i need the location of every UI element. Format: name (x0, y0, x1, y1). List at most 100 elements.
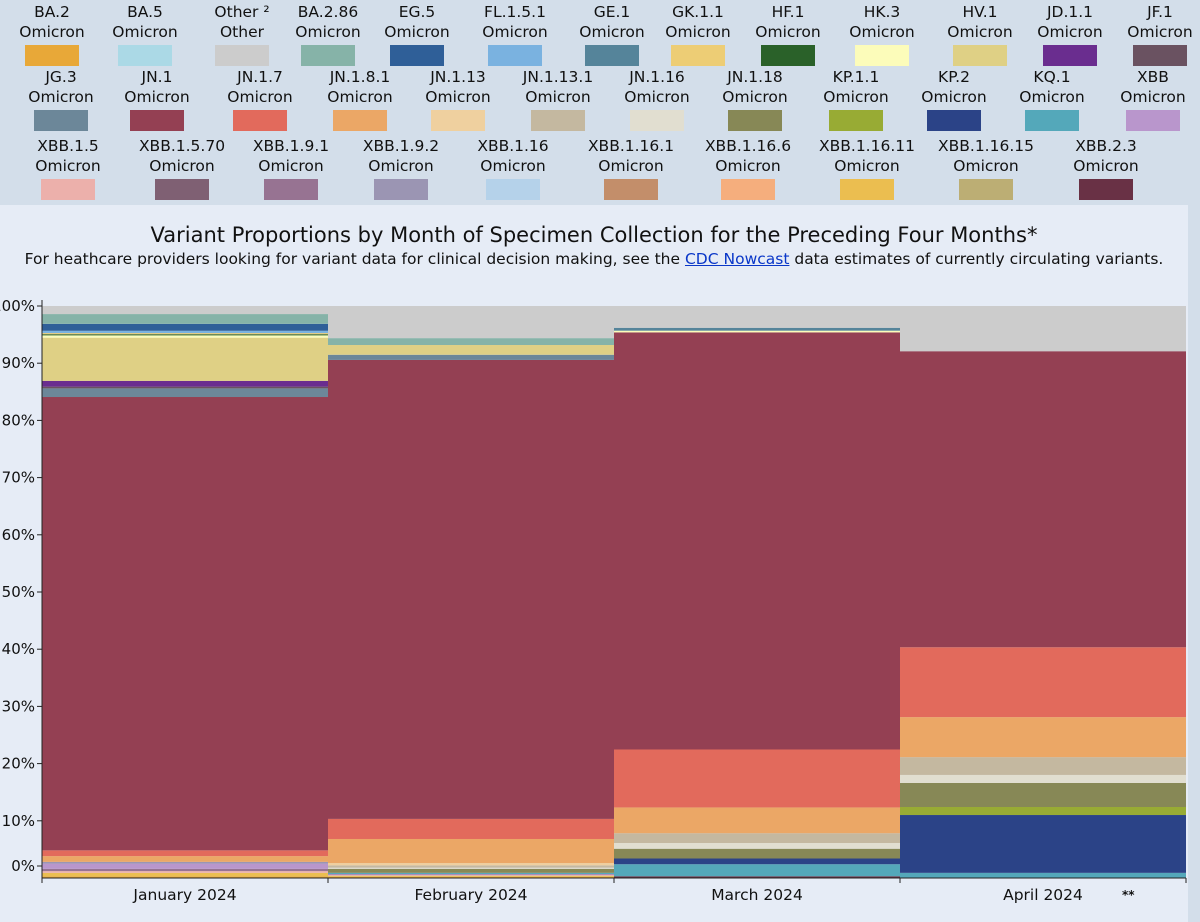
bar-segment[interactable] (42, 850, 328, 857)
bar-segment[interactable] (42, 872, 328, 877)
legend-item[interactable]: JN.1.13 Omicron (403, 67, 513, 131)
bar-segment[interactable] (42, 856, 328, 862)
bar-segment[interactable] (614, 807, 900, 834)
bar-segment[interactable] (328, 865, 614, 868)
legend-swatch (431, 110, 485, 131)
legend-item[interactable]: HK.3 Omicron (827, 2, 937, 66)
legend-variant-name: JN.1 (141, 68, 173, 86)
bar-segment[interactable] (42, 333, 328, 335)
legend-item[interactable]: XBB.1.9.2 Omicron (346, 136, 456, 200)
legend-variant-group: Omicron (598, 157, 664, 175)
bar-segment[interactable] (328, 863, 614, 866)
legend-item[interactable]: FL.1.5.1 Omicron (460, 2, 570, 66)
legend-item[interactable]: JN.1 Omicron (102, 67, 212, 131)
legend-swatch (155, 179, 209, 200)
legend-item[interactable]: EG.5 Omicron (362, 2, 472, 66)
bar-segment[interactable] (328, 868, 614, 873)
bar-segment[interactable] (42, 388, 328, 398)
bar-segment[interactable] (614, 864, 900, 877)
legend-item[interactable]: XBB.1.16.1 Omicron (576, 136, 686, 200)
legend-item[interactable]: JN.1.18 Omicron (700, 67, 810, 131)
legend-item[interactable]: JG.3 Omicron (6, 67, 116, 131)
bar-segment[interactable] (42, 314, 328, 324)
legend-variant-name: XBB.1.9.1 (252, 137, 330, 155)
legend-swatch (233, 110, 287, 131)
bar-segment[interactable] (42, 330, 328, 334)
bar-segment[interactable] (614, 843, 900, 849)
legend-item[interactable]: XBB.1.16.6 Omicron (693, 136, 803, 200)
legend-item[interactable]: XBB.1.5.70 Omicron (127, 136, 237, 200)
bar-segment[interactable] (42, 868, 328, 872)
bar-segment[interactable] (42, 335, 328, 338)
bar-segment[interactable] (900, 872, 1186, 878)
legend-item[interactable]: JN.1.13.1 Omicron (503, 67, 613, 131)
bar-segment[interactable] (328, 818, 614, 839)
bar-segment[interactable] (42, 380, 328, 387)
legend-item[interactable]: XBB.1.16 Omicron (458, 136, 568, 200)
bar-segment[interactable] (328, 875, 614, 876)
bar-segment[interactable] (42, 386, 328, 389)
legend-item[interactable]: JN.1.16 Omicron (602, 67, 712, 131)
bar-segment[interactable] (900, 807, 1186, 816)
legend-item[interactable]: KP.1.1 Omicron (801, 67, 911, 131)
bar-segment[interactable] (614, 332, 900, 750)
bar-segment[interactable] (328, 838, 614, 864)
bar-segment[interactable] (328, 872, 614, 874)
y-tick-label: 100% (0, 297, 35, 315)
legend-swatch (840, 179, 894, 200)
bar-segment[interactable] (328, 873, 614, 875)
bar-segment[interactable] (614, 833, 900, 843)
legend-variant-group: Omicron (384, 23, 450, 41)
bar-segment[interactable] (328, 338, 614, 346)
legend-swatch (728, 110, 782, 131)
bar-segment[interactable] (614, 306, 900, 328)
bar-segment[interactable] (900, 351, 1186, 648)
bar-segment[interactable] (900, 306, 1186, 352)
legend-item[interactable]: JF.1 Omicron (1105, 2, 1200, 66)
bar-segment[interactable] (328, 359, 614, 819)
bar-segment[interactable] (42, 306, 328, 315)
bar-segment[interactable] (900, 774, 1186, 783)
bar-segment[interactable] (900, 782, 1186, 807)
legend-item[interactable]: XBB Omicron (1098, 67, 1200, 131)
bar-segment[interactable] (42, 861, 328, 864)
chart-panel: Variant Proportions by Month of Specimen… (0, 205, 1188, 922)
bar-segment[interactable] (42, 871, 328, 873)
bar-segment[interactable] (614, 848, 900, 859)
bar-segment[interactable] (900, 757, 1186, 775)
legend-variant-group: Omicron (482, 23, 548, 41)
bar-segment[interactable] (42, 397, 328, 851)
legend-item[interactable]: KQ.1 Omicron (997, 67, 1107, 131)
legend-item[interactable]: XBB.1.5 Omicron (13, 136, 123, 200)
legend-item[interactable]: BA.5 Omicron (90, 2, 200, 66)
bar-segment[interactable] (614, 327, 900, 331)
legend-item[interactable]: XBB.1.16.15 Omicron (931, 136, 1041, 200)
legend-swatch (1126, 110, 1180, 131)
legend-variant-name: JF.1 (1147, 3, 1173, 21)
legend-variant-name: KQ.1 (1033, 68, 1071, 86)
bar-segment[interactable] (328, 874, 614, 876)
legend-item[interactable]: XBB.1.9.1 Omicron (236, 136, 346, 200)
bar-segment[interactable] (328, 354, 614, 360)
legend-item[interactable]: KP.2 Omicron (899, 67, 1009, 131)
bar-segment[interactable] (328, 867, 614, 869)
bar-segment[interactable] (900, 647, 1186, 718)
legend-item[interactable]: XBB.1.16.11 Omicron (812, 136, 922, 200)
bar-segment[interactable] (42, 323, 328, 331)
bar-segment[interactable] (900, 717, 1186, 758)
legend-item[interactable]: JN.1.8.1 Omicron (305, 67, 415, 131)
bar-segment[interactable] (328, 306, 614, 339)
bar-segment[interactable] (42, 863, 328, 869)
bar-segment[interactable] (614, 858, 900, 865)
bar-segment[interactable] (42, 337, 328, 381)
legend-item[interactable]: JN.1.7 Omicron (205, 67, 315, 131)
bar-segment[interactable] (328, 875, 614, 877)
bar-segment[interactable] (614, 749, 900, 808)
bar-segment[interactable] (900, 815, 1186, 873)
bar-segment[interactable] (614, 330, 900, 333)
bar-segment[interactable] (328, 345, 614, 355)
bar-segment[interactable] (42, 334, 328, 336)
legend-item[interactable]: XBB.2.3 Omicron (1051, 136, 1161, 200)
legend-swatch (671, 45, 725, 66)
legend-swatch (264, 179, 318, 200)
